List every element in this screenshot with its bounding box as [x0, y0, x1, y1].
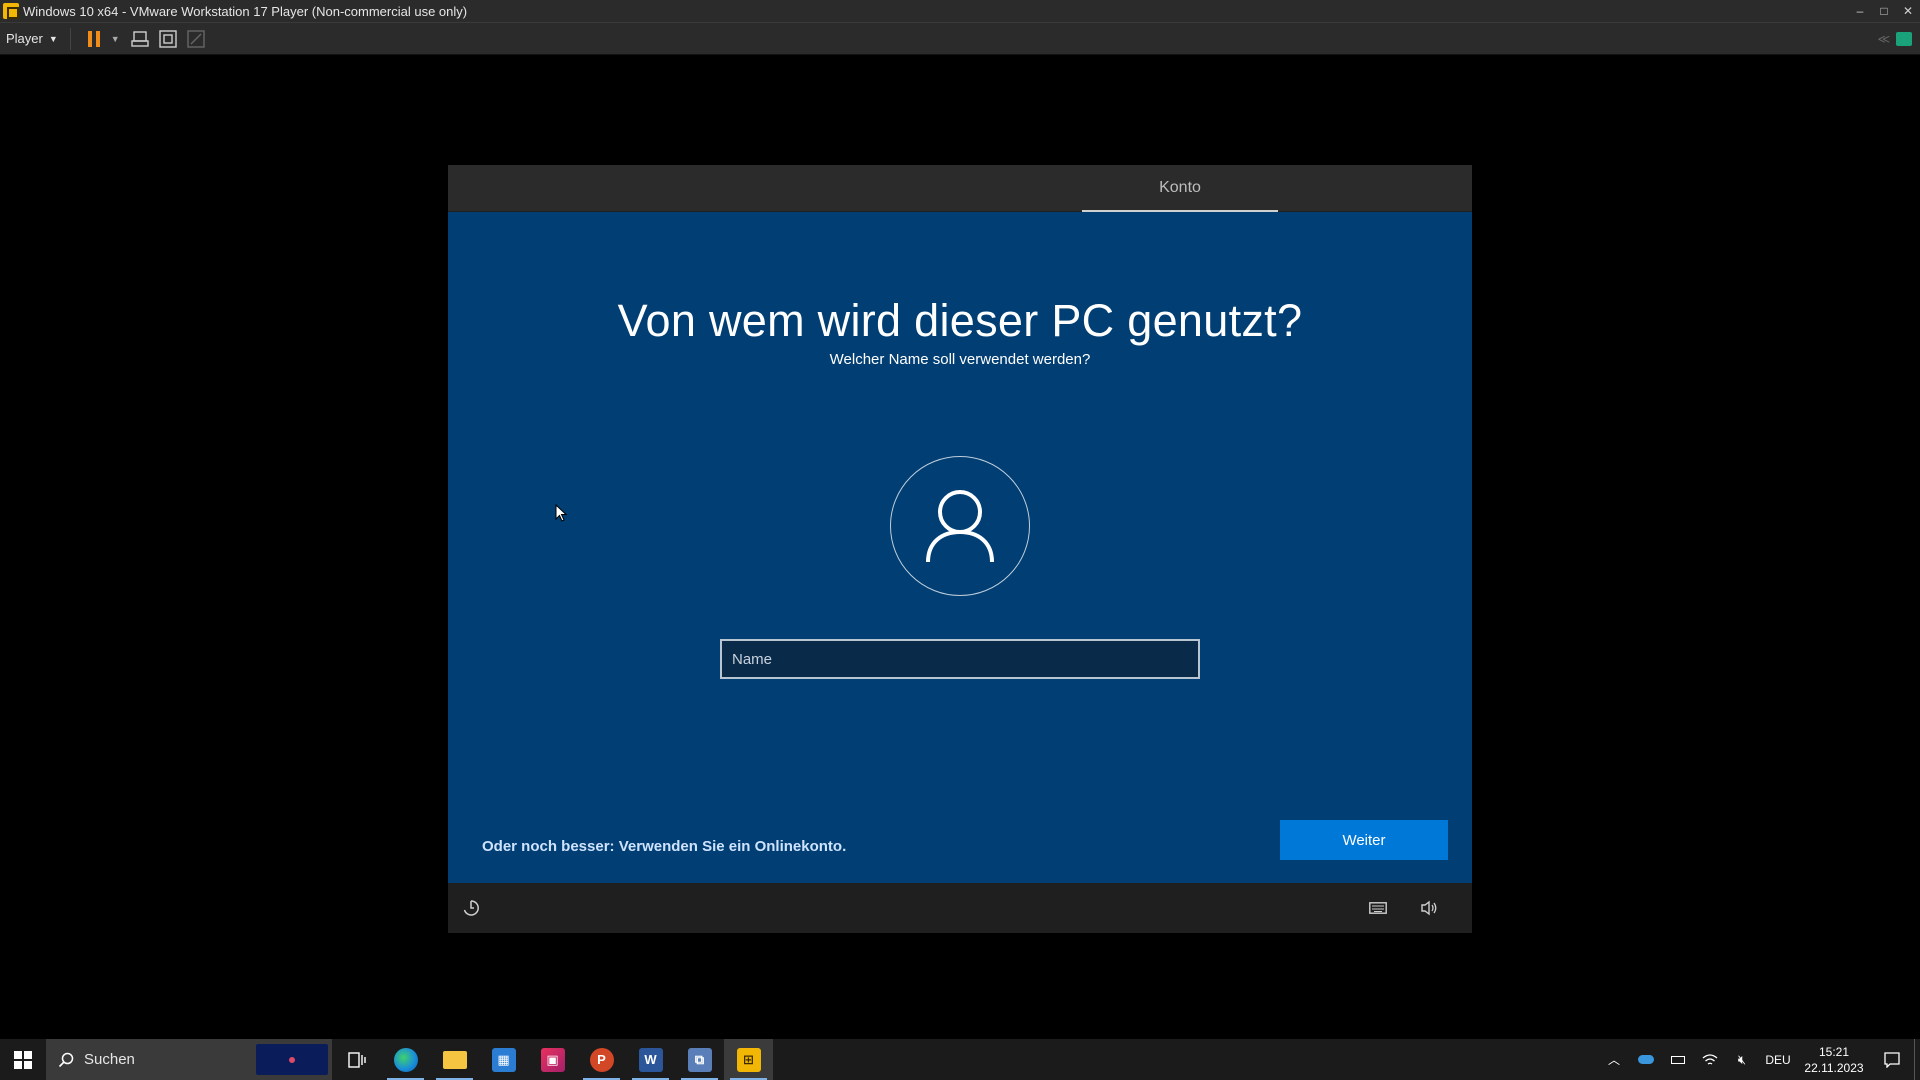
vm-display[interactable]: Konto Von wem wird dieser PC genutzt? We… — [0, 55, 1920, 1039]
action-center-button[interactable] — [1870, 1039, 1914, 1080]
battery-icon — [1671, 1055, 1685, 1064]
vmware-app-icon — [3, 3, 19, 19]
windows-logo-icon — [14, 1050, 32, 1069]
search-highlight-image[interactable] — [256, 1044, 328, 1075]
taskbar-microsoft-store[interactable]: ▦ — [479, 1039, 528, 1080]
oobe-window: Konto Von wem wird dieser PC genutzt? We… — [448, 165, 1472, 933]
notification-icon — [1884, 1051, 1900, 1068]
fullscreen-button[interactable] — [154, 26, 182, 52]
search-icon — [58, 1052, 74, 1067]
word-icon: W — [638, 1047, 663, 1072]
system-tray: ︿ 🔇︎ DEU 15:21 22.11.2023 — [1598, 1039, 1920, 1080]
chevron-down-icon: ▼ — [48, 33, 58, 44]
powerpoint-icon: P — [589, 1047, 614, 1072]
folder-icon — [442, 1050, 467, 1069]
player-menu-label: Player — [6, 31, 43, 46]
show-desktop-button[interactable] — [1914, 1039, 1920, 1080]
keyboard-icon — [1369, 902, 1387, 914]
clock-date: 22.11.2023 — [1804, 1060, 1864, 1075]
maximize-button[interactable]: □ — [1872, 0, 1896, 22]
volume-button[interactable] — [1418, 897, 1440, 919]
minimize-button[interactable]: – — [1848, 0, 1872, 22]
mouse-cursor-icon — [555, 504, 567, 522]
oobe-footer — [448, 883, 1472, 933]
send-ctrl-alt-del-icon — [131, 30, 149, 47]
vmware-icon: ⊞ — [736, 1047, 761, 1072]
avatar — [890, 456, 1030, 596]
task-view-icon — [347, 1051, 366, 1068]
jetbrains-icon: ▣ — [540, 1047, 565, 1072]
taskbar-powerpoint[interactable]: P — [577, 1039, 626, 1080]
battery-button[interactable] — [1662, 1039, 1694, 1080]
taskbar-jetbrains[interactable]: ▣ — [528, 1039, 577, 1080]
taskbar-task-view[interactable] — [332, 1039, 381, 1080]
ease-of-access-icon — [463, 900, 479, 916]
message-log-icon[interactable] — [1896, 31, 1912, 46]
unity-button[interactable] — [182, 26, 210, 52]
unity-icon — [187, 29, 205, 48]
page-title: Von wem wird dieser PC genutzt? — [617, 295, 1303, 346]
taskbar-vmware-player[interactable]: ⊞ — [724, 1039, 773, 1080]
online-account-link[interactable]: Oder noch besser: Verwenden Sie ein Onli… — [482, 838, 846, 855]
start-button[interactable] — [0, 1039, 46, 1080]
name-field[interactable] — [720, 639, 1200, 679]
chevron-down-icon[interactable]: ▼ — [111, 34, 120, 44]
user-icon — [926, 490, 994, 563]
network-button[interactable] — [1694, 1039, 1726, 1080]
send-ctrl-alt-del-button[interactable] — [126, 26, 154, 52]
cloud-icon — [1638, 1055, 1654, 1064]
keyboard-button[interactable] — [1367, 897, 1389, 919]
search-input[interactable]: Suchen — [46, 1039, 332, 1080]
pause-icon — [87, 30, 102, 47]
window-title-bar: Windows 10 x64 - VMware Workstation 17 P… — [0, 0, 1920, 22]
speaker-icon — [1421, 900, 1437, 916]
pause-button[interactable] — [81, 26, 109, 52]
player-menu[interactable]: Player ▼ — [0, 23, 64, 54]
remote-desktop-icon: ⧉ — [687, 1047, 712, 1072]
volume-tray-button[interactable]: 🔇︎ — [1726, 1039, 1758, 1080]
show-hidden-icons-button[interactable]: ︿ — [1598, 1039, 1630, 1080]
collapse-icon[interactable]: ≪ — [1877, 32, 1890, 46]
taskbar-file-explorer[interactable] — [430, 1039, 479, 1080]
fullscreen-icon — [159, 29, 177, 48]
close-button[interactable]: ✕ — [1896, 0, 1920, 22]
clock[interactable]: 15:21 22.11.2023 — [1798, 1044, 1870, 1076]
oobe-header: Konto — [448, 165, 1472, 212]
tab-konto: Konto — [1082, 165, 1278, 212]
wifi-icon — [1702, 1053, 1718, 1065]
chevron-up-icon: ︿ — [1607, 1053, 1620, 1067]
taskbar-word[interactable]: W — [626, 1039, 675, 1080]
highlight-icon — [289, 1056, 295, 1063]
accessibility-button[interactable] — [460, 897, 482, 919]
next-button[interactable]: Weiter — [1280, 820, 1448, 860]
input-language[interactable]: DEU — [1758, 1053, 1798, 1067]
windows-taskbar: Suchen ▦ ▣ P W ⧉ ⊞ ︿ 🔇︎ DEU 15:21 22.11.… — [0, 1039, 1920, 1080]
vmware-toolbar: Player ▼ ▼ ≪ — [0, 22, 1920, 55]
onedrive-button[interactable] — [1630, 1039, 1662, 1080]
taskbar-edge[interactable] — [381, 1039, 430, 1080]
clock-time: 15:21 — [1818, 1044, 1850, 1059]
page-subtitle: Welcher Name soll verwendet werden? — [829, 351, 1091, 368]
taskbar-remote-desktop[interactable]: ⧉ — [675, 1039, 724, 1080]
window-title: Windows 10 x64 - VMware Workstation 17 P… — [23, 3, 468, 19]
edge-icon — [393, 1047, 418, 1072]
toolbar-divider — [69, 27, 71, 50]
speaker-muted-icon: 🔇︎ — [1737, 1051, 1747, 1067]
search-placeholder: Suchen — [84, 1051, 135, 1068]
toolbar-right: ≪ — [1877, 31, 1920, 46]
store-icon: ▦ — [491, 1047, 516, 1072]
